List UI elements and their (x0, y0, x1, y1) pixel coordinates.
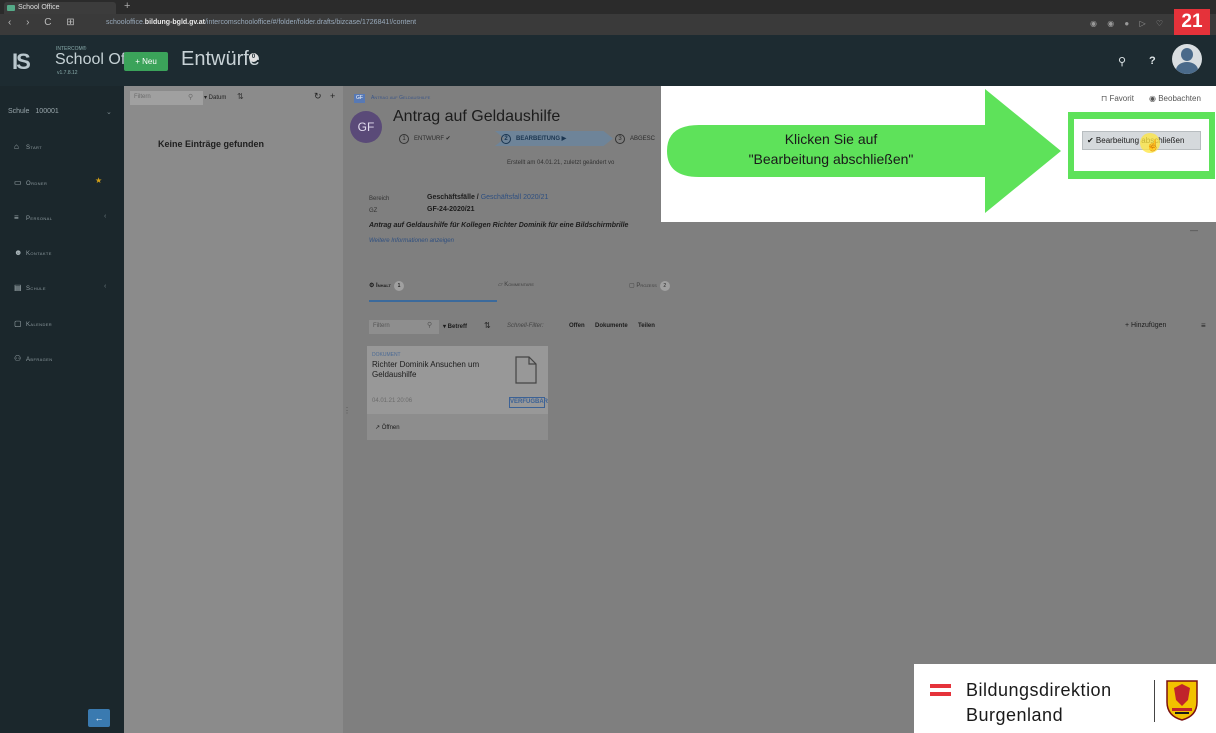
breadcrumb[interactable]: Antrag auf Geldaushilfe (371, 95, 430, 101)
new-button[interactable]: + Neu (124, 52, 168, 71)
created-info: Erstellt am 04.01.21, zuletzt geändert v… (507, 160, 615, 166)
collapse-icon[interactable]: — (1190, 226, 1198, 235)
sidebar: Schule 100001 ⌄ ⌂ Start ▭ Ordner ★ ≡ Persona… (0, 86, 124, 733)
favorite-link[interactable]: ⊓ Favorit (1101, 94, 1134, 103)
document-description: Antrag auf Geldaushilfe für Kollegen Ric… (369, 222, 629, 229)
school-selector[interactable]: Schule 100001 (8, 108, 59, 115)
chevron-down-icon[interactable]: ⌄ (106, 108, 112, 116)
document-avatar: GF (350, 111, 382, 143)
browser-tab-bar: School Office + (0, 0, 1216, 14)
collapse-sidebar-button[interactable]: ← (88, 709, 110, 727)
tab-kommentare[interactable]: ▱ Kommentare (498, 281, 534, 288)
sort-order-icon[interactable]: ⇅ (237, 92, 244, 101)
sidebar-item-kontakte[interactable]: ☻ Kontakte (14, 248, 52, 257)
area-value: Geschäftsfälle / Geschäftsfall 2020/21 (427, 194, 549, 201)
more-info-link[interactable]: Weitere Informationen anzeigen (369, 238, 454, 244)
browser-extension-icons[interactable]: ◉ ◉ ● ▷ ♡ (1090, 19, 1167, 28)
school-icon: ▤ (14, 283, 22, 292)
sidebar-item-abfragen[interactable]: ⚇ Abfragen (14, 354, 53, 363)
sort-order-icon[interactable]: ⇅ (484, 321, 491, 330)
page-title: Entwürfe (181, 48, 260, 70)
gz-value: GF-24-2020/21 (427, 206, 475, 213)
brand-line-1: Bildungsdirektion (966, 680, 1112, 700)
card-type: DOKUMENT (372, 352, 401, 358)
pointer-cursor-icon: ☝ (1146, 140, 1160, 152)
help-icon[interactable]: ? (1149, 55, 1156, 67)
open-link[interactable]: ↗ Öffnen (375, 424, 400, 431)
quick-filter-label: Schnell-Filter: (507, 323, 544, 329)
quick-filter-offen[interactable]: Offen (569, 323, 585, 329)
sidebar-item-schule[interactable]: ▤ Schule (14, 283, 46, 292)
area-label: Bereich (369, 196, 390, 202)
step-number-badge: 21 (1174, 9, 1210, 35)
refresh-icon[interactable]: ↻ (314, 91, 322, 102)
workflow-step-1: 1 ENTWURF ✔ (399, 134, 451, 144)
star-icon: ★ (95, 176, 103, 185)
tab-favicon-icon (7, 5, 15, 11)
status-badge: VERFÜGBAR (509, 397, 548, 408)
new-tab-icon[interactable]: + (124, 0, 130, 12)
list-panel: Filtern ⚲ ▾ Datum ⇅ ↻ + Keine Einträge g… (124, 86, 343, 733)
sidebar-item-ordner[interactable]: ▭ Ordner (14, 178, 47, 187)
search-icon[interactable]: ⚲ (1118, 55, 1126, 68)
tab-inhalt[interactable]: ⚙ Inhalt 1 (369, 281, 404, 291)
sidebar-item-personal[interactable]: ≡ Personal (14, 213, 52, 222)
external-link-icon: ↗ (375, 425, 382, 431)
folder-icon: ▭ (14, 178, 22, 187)
title-count-badge: 0 (249, 53, 258, 62)
splitter-handle[interactable]: ⋮ (343, 406, 351, 415)
austria-flag-icon (930, 684, 951, 696)
gear-icon: ⚙ (369, 283, 377, 289)
tab-title: School Office (18, 4, 60, 11)
binoculars-icon: ⚇ (14, 354, 22, 363)
area-link[interactable]: Geschäftsfall 2020/21 (481, 194, 549, 201)
address-bar: ‹ › C ⊞ schooloffice.bildung-bgld.gv.at/… (0, 14, 1216, 35)
brand-divider (1154, 680, 1155, 722)
menu-icon[interactable]: ≡ (1201, 321, 1206, 330)
sidebar-item-start[interactable]: ⌂ Start (14, 142, 42, 151)
sidebar-item-kalender[interactable]: ▢ Kalender (14, 319, 52, 328)
document-icon (515, 356, 537, 384)
active-tab-indicator (369, 300, 497, 302)
quick-filter-dokumente[interactable]: Dokumente (595, 323, 628, 329)
url-field[interactable]: schooloffice.bildung-bgld.gv.at/intercom… (106, 19, 416, 26)
list-empty-message: Keine Einträge gefunden (158, 139, 265, 149)
app-version: v1.7.8.12 (57, 70, 78, 76)
gz-label: GZ (369, 208, 378, 214)
zoom-overlay: ⊓ Favorit ◉ Beobachten Klicken Sie auf "… (661, 86, 1216, 222)
search-icon: ⚲ (427, 322, 433, 329)
app-header: IS INTERCOM® School Office v1.7.8.12 + N… (0, 35, 1216, 86)
callout-text: Klicken Sie auf "Bearbeitung abschließen… (748, 131, 914, 167)
card-date: 04.01.21 20:06 (372, 398, 413, 404)
contacts-icon: ☻ (14, 248, 23, 257)
coat-of-arms-icon (1166, 680, 1198, 721)
quick-filter-teilen[interactable]: Teilen (638, 323, 655, 329)
browser-tab[interactable]: School Office (4, 2, 116, 14)
personnel-icon: ≡ (14, 213, 20, 222)
brand-line-2: Burgenland (966, 705, 1064, 725)
workflow-step-3: 3 ABGESC (615, 134, 655, 144)
user-avatar[interactable] (1172, 44, 1202, 74)
card-title: Richter Dominik Ansuchen um Geldaushilfe (372, 360, 480, 379)
home-icon: ⌂ (14, 142, 20, 151)
eye-icon: ◉ (1149, 94, 1159, 103)
document-card[interactable]: DOKUMENT Richter Dominik Ansuchen um Gel… (367, 346, 548, 440)
chevron-left-icon: ‹ (104, 283, 107, 290)
search-icon: ⚲ (188, 94, 194, 101)
content-sort-dropdown[interactable]: ▾ Betreff (443, 323, 467, 330)
tab-prozess[interactable]: ▢ Prozess 2 (629, 281, 670, 291)
watch-link[interactable]: ◉ Beobachten (1149, 94, 1201, 103)
add-icon[interactable]: + (330, 91, 335, 101)
add-content-button[interactable]: + Hinzufügen (1125, 322, 1166, 329)
breadcrumb-badge: GF (354, 94, 365, 103)
logo-icon: IS (12, 49, 31, 74)
chevron-left-icon: ‹ (104, 213, 107, 220)
branding-box: Bildungsdirektion Burgenland (914, 664, 1216, 733)
document-title: Antrag auf Geldaushilfe (393, 108, 561, 125)
calendar-icon: ▢ (14, 319, 22, 328)
browser-nav-buttons[interactable]: ‹ › C ⊞ (8, 17, 81, 28)
list-sort-dropdown[interactable]: ▾ Datum (204, 94, 226, 101)
workflow-step-2: 2 BEARBEITUNG ▶ (501, 134, 566, 144)
